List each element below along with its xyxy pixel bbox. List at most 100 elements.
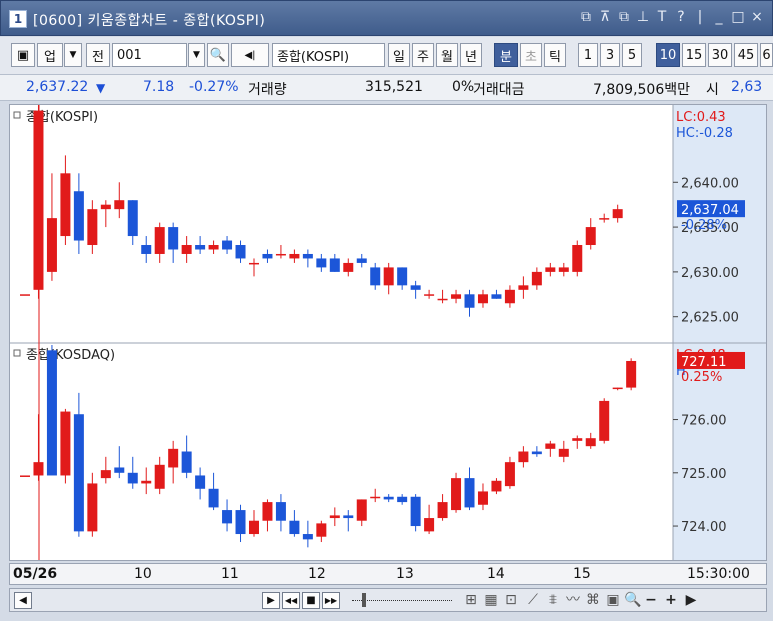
candle-body: [275, 253, 286, 256]
play-icon[interactable]: ▶: [262, 592, 280, 609]
search-icon[interactable]: 🔍: [624, 591, 642, 609]
candlestick-chart[interactable]: 종합(KOSPI) LC:0.43HC:-0.282,640.002,635.00…: [10, 105, 766, 560]
period-day[interactable]: 일: [388, 43, 410, 67]
candle-body: [127, 200, 138, 237]
candle-body: [585, 438, 596, 447]
zoom-slider-thumb[interactable]: [362, 593, 366, 607]
y-tick-label: 2,630.00: [681, 266, 739, 281]
date-label: 11: [221, 566, 239, 582]
interval-3[interactable]: 3: [600, 43, 620, 67]
candle-body: [343, 515, 354, 519]
interval-10[interactable]: 10: [656, 43, 680, 67]
maximize-icon[interactable]: □: [731, 9, 745, 25]
series-marker-icon: [13, 349, 21, 357]
period-month[interactable]: 월: [436, 43, 458, 67]
pin-top-icon[interactable]: ⊼: [598, 9, 612, 25]
fib-icon[interactable]: ⩨: [544, 591, 562, 609]
candle-body: [181, 451, 192, 473]
interval-45[interactable]: 45: [734, 43, 758, 67]
scroll-left-icon[interactable]: ◀: [14, 592, 32, 609]
rewind-icon[interactable]: ◀◀: [282, 592, 300, 609]
candle-body: [208, 488, 219, 508]
candle-body: [518, 285, 529, 290]
candle-body: [20, 294, 30, 296]
candle-body: [356, 499, 367, 521]
interval-15[interactable]: 15: [682, 43, 706, 67]
forward-icon[interactable]: ▶▶: [322, 592, 340, 609]
zoom-slider[interactable]: [352, 600, 452, 602]
toolbar: ▣ 업 ▼ 전 001 ▼ 🔍 ◀| 종합(KOSPI) 일 주 월 년 분 초…: [0, 37, 773, 75]
period-year[interactable]: 년: [460, 43, 482, 67]
candle-body: [302, 534, 313, 540]
candle-body: [518, 451, 529, 463]
zoom-out-icon[interactable]: −: [642, 591, 660, 609]
interval-60[interactable]: 6: [760, 43, 773, 67]
title-bar[interactable]: 1 [0600] 키움종합차트 - 종합(KOSPI) ⧉ ⊼ ⧉ ⊥ T ? …: [0, 0, 773, 36]
candle-body: [168, 227, 179, 250]
period-second[interactable]: 초: [520, 43, 542, 67]
help-icon[interactable]: ?: [674, 9, 688, 25]
candle-body: [504, 462, 515, 487]
candle-body: [491, 480, 502, 492]
wave-icon[interactable]: 〰: [564, 591, 582, 609]
box-icon[interactable]: ⊡: [502, 591, 520, 609]
copy-window-icon[interactable]: ⧉: [617, 9, 631, 25]
layout-icon[interactable]: ▣: [11, 43, 35, 67]
candle-body: [222, 510, 233, 524]
period-minute[interactable]: 분: [494, 43, 518, 67]
scroll-right-icon[interactable]: ▶: [682, 591, 700, 609]
sound-icon[interactable]: ◀|: [231, 43, 269, 67]
date-label: 10: [134, 566, 152, 582]
candle-body: [235, 245, 246, 259]
search-icon[interactable]: 🔍: [207, 43, 229, 67]
code-dropdown-icon[interactable]: ▼: [188, 43, 205, 67]
candle-body: [60, 411, 71, 476]
window-controls: ⧉ ⊼ ⧉ ⊥ T ? | _ □ ×: [579, 9, 764, 25]
layout-split-icon[interactable]: ⊞: [462, 591, 480, 609]
end-time-label: 15:30:00: [687, 566, 750, 582]
current-pct-label: -0.28%: [681, 218, 727, 233]
candle-body: [114, 200, 125, 210]
candle-body: [464, 478, 475, 508]
market-dropdown-icon[interactable]: ▼: [64, 43, 82, 67]
candle-body: [33, 110, 44, 290]
link-icon[interactable]: ⧉: [579, 9, 593, 25]
candle-body: [208, 245, 219, 250]
close-icon[interactable]: ×: [750, 9, 764, 25]
zoom-in-icon[interactable]: +: [662, 591, 680, 609]
stop-icon[interactable]: ■: [302, 592, 320, 609]
stock-name-field[interactable]: 종합(KOSPI): [272, 43, 385, 67]
y-tick-label: 726.00: [681, 414, 727, 429]
date-label: 05/26: [13, 566, 58, 582]
interval-5[interactable]: 5: [622, 43, 642, 67]
code-input[interactable]: 001: [112, 43, 187, 67]
candle-body: [464, 294, 475, 308]
font-icon[interactable]: T: [655, 9, 669, 25]
interval-1[interactable]: 1: [578, 43, 598, 67]
trendline-icon[interactable]: ⟋: [524, 591, 542, 609]
prev-button[interactable]: 전: [86, 43, 110, 67]
hc-label: HC:-0.28: [676, 126, 733, 141]
candle-body: [141, 480, 152, 484]
tag-icon[interactable]: ⌘: [584, 591, 602, 609]
interval-30[interactable]: 30: [708, 43, 732, 67]
candle-body: [531, 451, 542, 455]
window-number-badge[interactable]: 1: [9, 10, 27, 28]
y-tick-label: 725.00: [681, 467, 727, 482]
pin-bottom-icon[interactable]: ⊥: [636, 9, 650, 25]
price-change: 7.18: [143, 79, 175, 95]
period-tick[interactable]: 틱: [544, 43, 566, 67]
chart-area[interactable]: 종합(KOSPI) LC:0.43 HC:-0.28 2,640.00 2,635.00…: [9, 104, 767, 561]
capture-icon[interactable]: ▣: [604, 591, 622, 609]
candle-body: [504, 289, 515, 304]
candle-body: [437, 298, 448, 301]
candle-body: [195, 475, 206, 489]
quote-bar: 2,637.22 ▼ 7.18 -0.27% 거래량 315,521 0% 거래…: [0, 75, 773, 101]
grid-icon[interactable]: ▦: [482, 591, 500, 609]
turnover-value: 7,809,506백만: [593, 82, 691, 98]
period-week[interactable]: 주: [412, 43, 434, 67]
volume-pct: 0%: [452, 79, 475, 95]
minimize-icon[interactable]: _: [712, 9, 726, 25]
market-select[interactable]: 업: [37, 43, 63, 67]
candle-body: [154, 464, 165, 489]
